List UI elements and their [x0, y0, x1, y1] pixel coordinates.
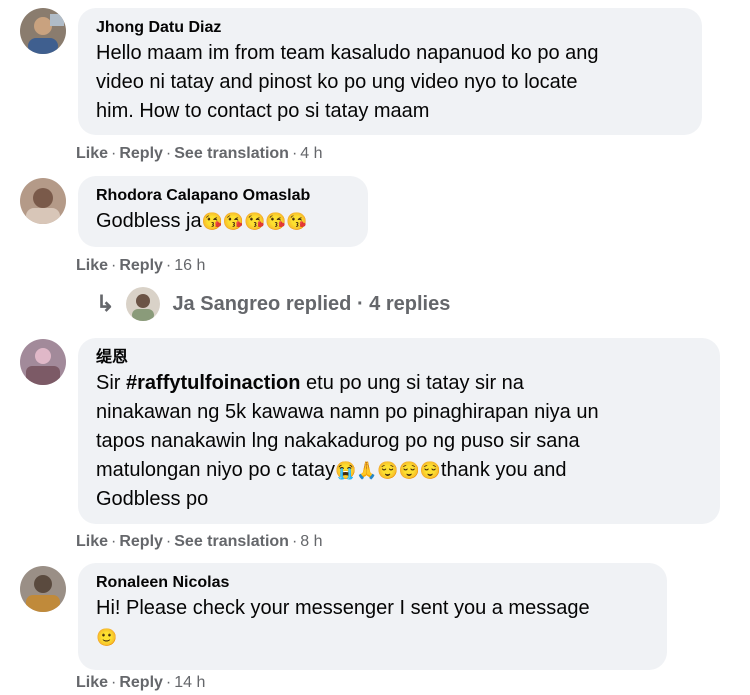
- kiss-emoji-icon: 😘😘😘😘😘: [201, 212, 308, 231]
- see-translation-link[interactable]: See translation: [174, 533, 289, 550]
- text-fragment: matulongan niyo po c tatay: [96, 459, 336, 481]
- text-fragment: etu po ung si tatay sir na: [300, 372, 524, 394]
- text-fragment: thank you and: [440, 459, 567, 481]
- avatar[interactable]: [20, 8, 66, 54]
- comment-text-line: Sir #raffytulfoinaction etu po ung si ta…: [96, 369, 706, 398]
- timestamp[interactable]: 16 h: [174, 257, 205, 274]
- reply-link[interactable]: Reply: [119, 674, 163, 691]
- smile-emoji-icon: 🙂: [96, 628, 118, 647]
- comment-text-line: video ni tatay and pinost ko po ung vide…: [96, 71, 578, 93]
- avatar[interactable]: [20, 566, 66, 612]
- comment-author[interactable]: Rhodora Calapano Omaslab: [96, 185, 354, 207]
- comment-text-line: 🙂: [96, 623, 653, 652]
- timestamp[interactable]: 8 h: [300, 533, 322, 550]
- reply-arrow-icon: ↳: [96, 291, 115, 316]
- comment-bubble: 缇恩 Sir #raffytulfoinaction etu po ung si…: [78, 338, 720, 524]
- comment-bubble: Ronaleen Nicolas Hi! Please check your m…: [78, 563, 667, 670]
- replier-avatar: [126, 287, 161, 321]
- comment-text-body: Godbless ja: [96, 210, 202, 232]
- comment-text: Godbless ja😘😘😘😘😘: [96, 207, 354, 236]
- comment-text-line: Hi! Please check your messenger I sent y…: [96, 597, 590, 619]
- comment-actions: Like · Reply · See translation · 8 h: [76, 533, 323, 550]
- comment-actions: Like · Reply · 16 h: [76, 257, 206, 274]
- timestamp[interactable]: 4 h: [300, 145, 322, 162]
- like-link[interactable]: Like: [76, 533, 108, 550]
- like-link[interactable]: Like: [76, 257, 108, 274]
- comment-text-line: Hello maam im from team kasaludo napanuo…: [96, 42, 599, 64]
- comment-text-line: him. How to contact po si tatay maam: [96, 100, 430, 122]
- comment-bubble: Rhodora Calapano Omaslab Godbless ja😘😘😘😘…: [78, 176, 368, 247]
- comment-text-line: ninakawan ng 5k kawawa namn po pinaghira…: [96, 401, 599, 423]
- comment-bubble: Jhong Datu Diaz Hello maam im from team …: [78, 8, 702, 135]
- reply-link[interactable]: Reply: [119, 533, 163, 550]
- view-replies-link[interactable]: ↳ Ja Sangreo replied · 4 replies: [96, 286, 450, 322]
- comment-actions: Like · Reply · See translation · 4 h: [76, 145, 323, 162]
- comment-actions: Like · Reply · 14 h: [76, 674, 206, 691]
- like-link[interactable]: Like: [76, 674, 108, 691]
- reply-link[interactable]: Reply: [119, 145, 163, 162]
- see-translation-link[interactable]: See translation: [174, 145, 289, 162]
- timestamp[interactable]: 14 h: [174, 674, 205, 691]
- comment-author[interactable]: Ronaleen Nicolas: [96, 572, 653, 594]
- comment-text-line: Godbless po: [96, 488, 209, 510]
- avatar[interactable]: [20, 339, 66, 385]
- comment-author[interactable]: 缇恩: [96, 347, 706, 369]
- reply-link[interactable]: Reply: [119, 257, 163, 274]
- comment-author[interactable]: Jhong Datu Diaz: [96, 17, 688, 39]
- hashtag-link[interactable]: #raffytulfoinaction: [126, 372, 300, 394]
- comment-text-line: matulongan niyo po c tatay😭🙏😌😌😌thank you…: [96, 456, 706, 485]
- comment-text-line: tapos nanakawin lng nakakadurog po ng pu…: [96, 430, 580, 452]
- avatar[interactable]: [20, 178, 66, 224]
- replies-summary: Ja Sangreo replied · 4 replies: [172, 292, 451, 315]
- like-link[interactable]: Like: [76, 145, 108, 162]
- crying-pray-relieved-emoji-icon: 😭🙏😌😌😌: [335, 461, 441, 480]
- text-fragment: Sir: [96, 372, 126, 394]
